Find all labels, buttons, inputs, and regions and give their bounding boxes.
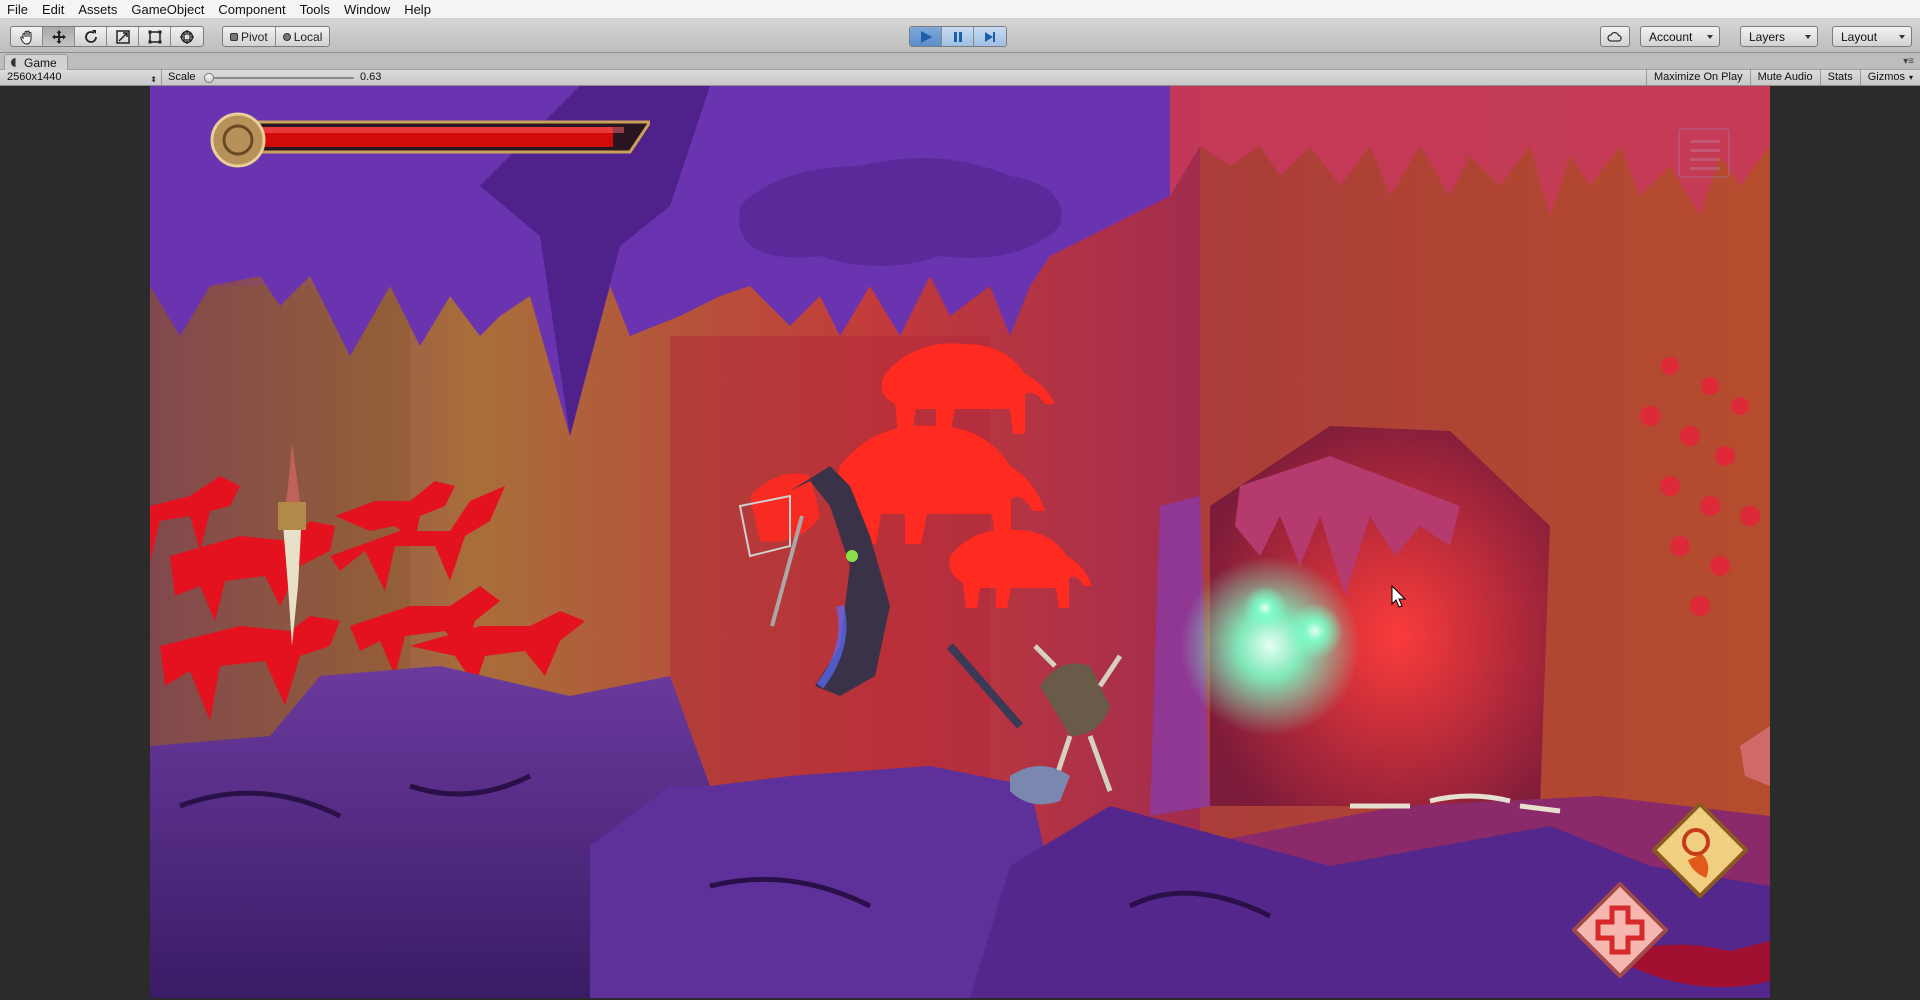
layers-dropdown[interactable]: Layers (1740, 26, 1818, 47)
menu-list-icon[interactable] (1678, 128, 1730, 178)
maximize-on-play-toggle[interactable]: Maximize On Play (1645, 70, 1750, 85)
transform-icon (180, 29, 194, 44)
tab-game[interactable]: Game (4, 54, 68, 70)
chevron-down-icon (1805, 34, 1811, 39)
game-view[interactable] (150, 86, 1770, 998)
hand-icon (19, 30, 31, 45)
mute-audio-toggle[interactable]: Mute Audio (1749, 70, 1820, 85)
gizmos-label: Gizmos (1867, 71, 1905, 83)
local-icon (282, 32, 291, 41)
tab-menu-icon[interactable]: ▾≡ (1903, 56, 1914, 67)
pivot-button[interactable]: Pivot (223, 27, 276, 46)
menu-edit[interactable]: Edit (35, 0, 71, 19)
tab-bar: Game ▾≡ (0, 53, 1920, 70)
scale-slider-thumb[interactable] (204, 73, 214, 83)
step-icon (985, 31, 995, 42)
layout-dropdown[interactable]: Layout (1832, 26, 1912, 47)
stats-label: Stats (1827, 71, 1853, 83)
move-icon (51, 29, 66, 44)
menu-gameobject[interactable]: GameObject (124, 0, 211, 19)
account-label: Account (1649, 29, 1693, 44)
chevron-down-icon: ▾ (1908, 73, 1913, 82)
rotate-icon (84, 29, 97, 43)
cave-scene (150, 86, 1770, 998)
health-bar (210, 112, 650, 168)
scale-tool-button[interactable] (107, 27, 139, 46)
menu-assets[interactable]: Assets (71, 0, 124, 19)
hand-tool-button[interactable] (11, 27, 43, 46)
pivot-icon (230, 32, 238, 41)
menu-help[interactable]: Help (397, 0, 438, 19)
chevron-updown-icon: ⬍ (150, 75, 157, 84)
health-bar-shine (244, 127, 624, 133)
play-controls (909, 26, 1007, 47)
account-dropdown[interactable]: Account (1640, 26, 1720, 47)
gizmos-dropdown[interactable]: Gizmos ▾ (1859, 70, 1920, 85)
local-label: Local (293, 29, 323, 44)
rect-tool-button[interactable] (139, 27, 171, 46)
main-toolbar: Pivot Local Account Layers Layout (0, 19, 1920, 53)
rotate-tool-button[interactable] (75, 27, 107, 46)
magic-glow-small (1287, 603, 1343, 659)
skill-heal-button[interactable] (1572, 882, 1668, 978)
menu-bar: File Edit Assets GameObject Component To… (0, 0, 1920, 19)
scale-icon (115, 29, 130, 44)
step-button[interactable] (974, 27, 1006, 46)
menu-file[interactable]: File (0, 0, 35, 19)
scale-value: 0.63 (360, 71, 382, 83)
layers-label: Layers (1749, 29, 1786, 44)
pause-icon (953, 31, 962, 42)
magic-glow-small-2 (1243, 586, 1287, 630)
stats-toggle[interactable]: Stats (1819, 70, 1860, 85)
resolution-dropdown[interactable]: 2560x1440 ⬍ (0, 70, 162, 85)
cloud-icon (1607, 31, 1622, 42)
rect-icon (148, 30, 161, 43)
scale-slider[interactable] (204, 73, 354, 83)
game-view-options: Maximize On Play Mute Audio Stats Gizmos… (1645, 70, 1920, 85)
resolution-label: 2560x1440 (7, 71, 62, 83)
game-view-toolbar: 2560x1440 ⬍ Scale 0.63 Maximize On Play … (0, 70, 1920, 86)
mute-audio-label: Mute Audio (1757, 71, 1813, 83)
menu-component[interactable]: Component (211, 0, 292, 19)
chevron-down-icon (1899, 34, 1905, 39)
play-icon (920, 30, 932, 43)
tab-game-label: Game (24, 55, 57, 70)
cloud-button[interactable] (1600, 26, 1630, 47)
move-tool-button[interactable] (43, 27, 75, 46)
menu-window[interactable]: Window (337, 0, 397, 19)
chevron-down-icon (1707, 34, 1713, 39)
play-button[interactable] (910, 27, 942, 46)
layout-label: Layout (1841, 29, 1878, 44)
scale-label: Scale (168, 71, 196, 83)
transform-tools (10, 26, 204, 47)
maximize-on-play-label: Maximize On Play (1653, 71, 1743, 83)
menu-tools[interactable]: Tools (293, 0, 337, 19)
transform-tool-button[interactable] (171, 27, 203, 46)
pivot-label: Pivot (241, 29, 268, 44)
health-emblem (210, 112, 266, 168)
game-controller-icon (11, 58, 16, 67)
local-button[interactable]: Local (276, 27, 330, 46)
pause-button[interactable] (942, 27, 974, 46)
pivot-local-group: Pivot Local (222, 26, 331, 47)
